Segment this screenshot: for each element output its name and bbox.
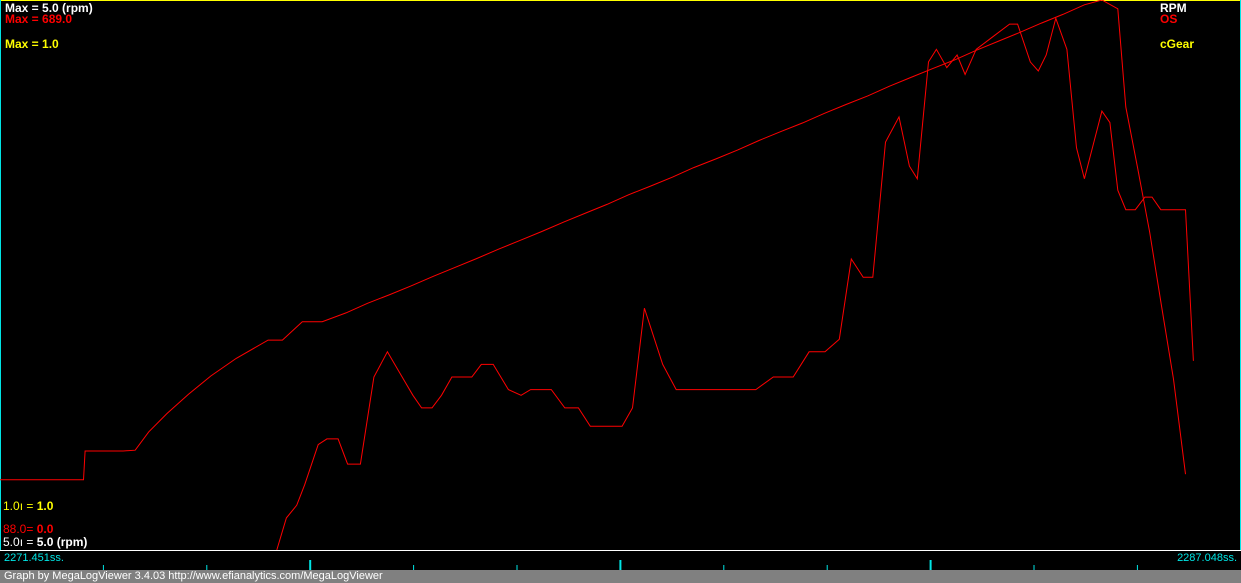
series-layer bbox=[0, 0, 1194, 550]
cgear-min-prefix: 1.0 bbox=[3, 499, 20, 513]
footer-credit[interactable]: Graph by MegaLogViewer 3.4.03 http://www… bbox=[4, 570, 383, 583]
cgear-min-separator: ı = bbox=[19, 499, 37, 513]
rpm-min-value: 5.0 (rpm) bbox=[36, 535, 88, 549]
time-end: 2287.048ss. bbox=[1177, 552, 1237, 564]
rpm-min-label: 5.0ı = 5.0 (rpm) bbox=[3, 536, 87, 549]
os-min-separator: = bbox=[26, 522, 37, 536]
legend-cgear[interactable]: cGear bbox=[1160, 38, 1194, 51]
log-graph bbox=[0, 0, 1241, 550]
cgear-min-label: 1.0ı = 1.0 bbox=[3, 500, 53, 513]
plot-frame bbox=[0, 0, 1241, 550]
footer-bar: Graph by MegaLogViewer 3.4.03 http://www… bbox=[0, 570, 1241, 583]
time-ticks bbox=[0, 550, 1241, 570]
time-scrollbar[interactable]: 2271.451ss. 2287.048ss. bbox=[0, 550, 1241, 570]
series-line-os bbox=[0, 0, 1186, 481]
time-start: 2271.451ss. bbox=[4, 552, 64, 564]
rpm-min-separator: ı = bbox=[19, 535, 37, 549]
rpm-min-prefix: 5.0 bbox=[3, 535, 20, 549]
cgear-max-label: Max = 1.0 bbox=[5, 37, 59, 51]
cgear-min-value: 1.0 bbox=[36, 499, 54, 513]
os-min-prefix: 88.0 bbox=[3, 522, 27, 536]
os-max-label: Max = 689.0 bbox=[5, 12, 73, 26]
legend-os[interactable]: OS bbox=[1160, 13, 1177, 26]
os-min-value: 0.0 bbox=[36, 522, 54, 536]
